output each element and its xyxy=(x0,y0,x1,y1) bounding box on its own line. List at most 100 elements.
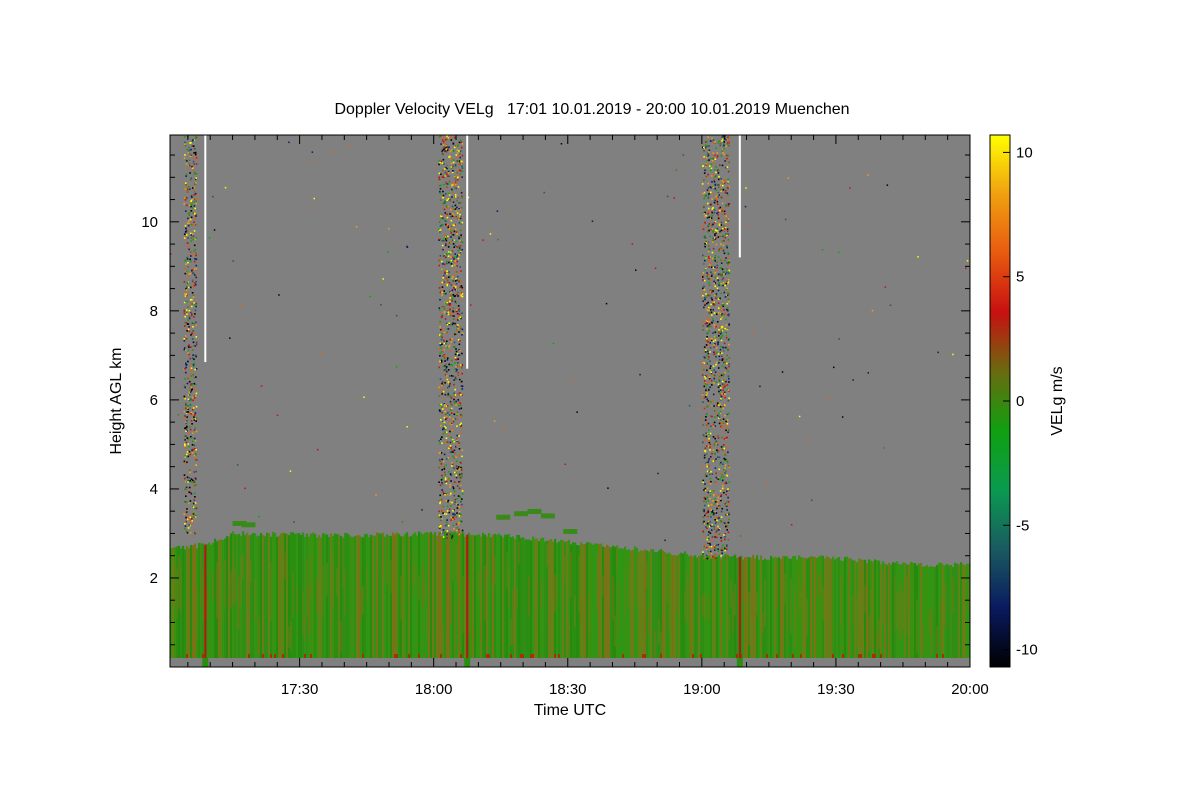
noise-speckle xyxy=(721,273,724,276)
noise-speckle xyxy=(708,216,710,218)
noise-speckle xyxy=(451,428,453,431)
noise-speckle xyxy=(704,487,707,490)
noise-speckle xyxy=(184,145,187,147)
noise-speckle xyxy=(458,141,461,144)
noise-speckle xyxy=(443,274,445,277)
noise-speckle xyxy=(458,408,461,410)
noise-speckle xyxy=(438,510,440,513)
boundary-layer-patch xyxy=(512,589,515,646)
noise-speckle xyxy=(727,239,730,241)
noise-speckle xyxy=(726,192,729,194)
noise-speckle xyxy=(725,204,727,206)
noise-speckle xyxy=(186,407,189,409)
noise-speckle xyxy=(438,184,441,187)
noise-speckle xyxy=(195,135,197,138)
boundary-layer-strip xyxy=(792,556,795,658)
noise-speckle xyxy=(439,355,441,357)
boundary-layer-strip xyxy=(904,562,907,658)
noise-speckle xyxy=(452,159,455,161)
noise-speckle xyxy=(450,446,452,449)
noise-speckle xyxy=(715,536,718,539)
noise-speckle xyxy=(702,319,705,322)
noise-speckle xyxy=(455,516,457,518)
noise-speckle xyxy=(709,550,712,553)
boundary-layer-strip xyxy=(420,532,423,658)
noise-speckle xyxy=(191,423,193,425)
noise-speckle xyxy=(184,397,186,400)
noise-speckle xyxy=(195,368,198,370)
noise-speckle xyxy=(449,303,451,305)
noise-speckle xyxy=(459,229,462,232)
noise-speckle xyxy=(707,326,710,328)
noise-speckle xyxy=(703,346,706,348)
noise-speckle xyxy=(451,315,454,317)
noise-speckle xyxy=(722,145,725,147)
noise-speckle xyxy=(192,294,195,297)
noise-speckle xyxy=(192,354,194,356)
noise-speckle xyxy=(456,527,459,529)
noise-speckle xyxy=(450,448,453,451)
noise-speckle xyxy=(715,512,718,514)
noise-speckle xyxy=(446,137,449,139)
noise-speckle xyxy=(446,394,449,397)
noise-speckle xyxy=(720,221,723,224)
noise-speckle xyxy=(722,422,725,424)
noise-speckle xyxy=(195,324,197,326)
noise-speckle xyxy=(189,232,192,235)
noise-speckle xyxy=(451,465,453,467)
noise-speckle xyxy=(725,514,727,516)
sparse-speckle xyxy=(244,487,246,490)
noise-speckle xyxy=(461,176,463,178)
boundary-layer-strip xyxy=(954,562,957,658)
noise-speckle xyxy=(712,301,714,304)
noise-speckle xyxy=(715,412,718,415)
boundary-layer-strip xyxy=(260,532,263,658)
noise-speckle xyxy=(195,267,198,270)
noise-speckle xyxy=(185,362,187,365)
noise-speckle xyxy=(726,230,729,233)
noise-speckle xyxy=(461,414,463,417)
boundary-layer-strip xyxy=(912,562,915,658)
noise-speckle xyxy=(194,207,196,210)
noise-speckle xyxy=(453,383,455,386)
boundary-layer-patch xyxy=(936,626,939,654)
noise-speckle xyxy=(451,234,453,236)
boundary-layer-strip xyxy=(626,549,629,658)
boundary-layer-patch xyxy=(288,626,291,648)
noise-speckle xyxy=(458,202,460,204)
noise-speckle xyxy=(439,344,442,346)
noise-speckle xyxy=(191,314,193,317)
noise-speckle xyxy=(188,491,191,494)
noise-speckle xyxy=(453,440,455,443)
noise-speckle xyxy=(458,310,461,312)
noise-speckle xyxy=(724,458,727,461)
noise-speckle xyxy=(706,496,709,499)
noise-speckle xyxy=(713,380,716,383)
boundary-layer-patch xyxy=(880,630,883,656)
boundary-layer-strip xyxy=(696,557,699,658)
noise-speckle xyxy=(444,393,447,396)
boundary-layer-strip xyxy=(888,562,891,658)
boundary-layer-strip xyxy=(388,535,391,658)
noise-speckle xyxy=(706,445,708,447)
noise-speckle xyxy=(442,204,445,207)
noise-speckle xyxy=(708,266,711,268)
noise-speckle xyxy=(185,487,187,490)
noise-speckle xyxy=(717,273,720,276)
y-axis-label: Height AGL km xyxy=(108,347,125,454)
boundary-layer-strip xyxy=(746,557,749,658)
noise-speckle xyxy=(703,510,705,513)
noise-speckle xyxy=(709,532,712,534)
boundary-layer-patch xyxy=(868,616,871,651)
noise-speckle xyxy=(708,441,711,444)
noise-speckle xyxy=(441,343,443,345)
noise-speckle xyxy=(725,288,728,291)
noise-speckle xyxy=(185,184,187,186)
noise-speckle xyxy=(192,212,194,214)
noise-speckle xyxy=(186,451,189,453)
noise-speckle xyxy=(450,259,453,262)
sparse-speckle xyxy=(552,342,555,345)
noise-speckle xyxy=(447,405,449,407)
white-streak xyxy=(738,135,741,258)
noise-speckle xyxy=(195,464,197,466)
